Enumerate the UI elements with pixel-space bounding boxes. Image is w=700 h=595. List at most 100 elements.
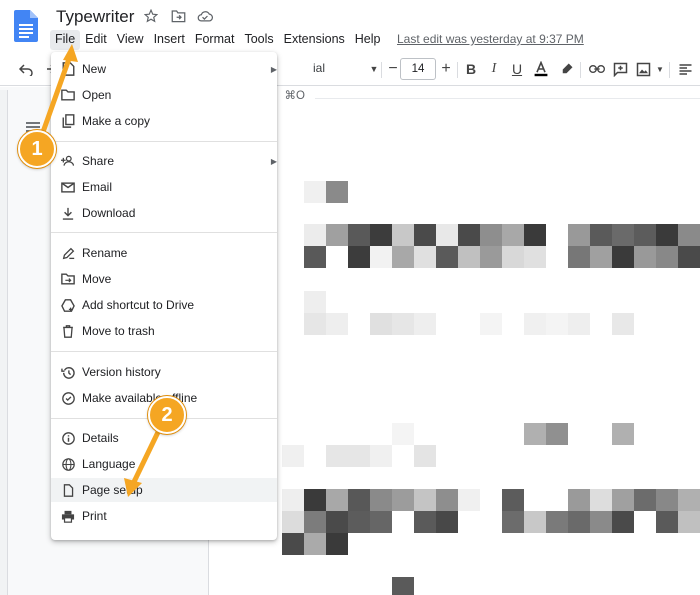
menu-item-move[interactable]: Move	[51, 267, 277, 291]
text-color-icon[interactable]	[532, 60, 550, 78]
insert-link-icon[interactable]	[588, 60, 606, 78]
blur-tile	[590, 489, 612, 511]
font-size-input[interactable]: 14	[400, 58, 436, 80]
blur-tile	[348, 489, 370, 511]
callout-badge-2: 2	[148, 396, 186, 434]
menu-insert[interactable]: Insert	[149, 30, 190, 50]
insert-image-icon[interactable]	[634, 60, 652, 78]
blur-tile	[590, 246, 612, 268]
blur-tile	[568, 313, 590, 335]
menu-file[interactable]: File	[50, 30, 81, 50]
blur-tile	[392, 423, 414, 445]
menu-item-print[interactable]: Print	[51, 504, 277, 528]
blur-tile	[436, 224, 458, 246]
blur-tile	[480, 224, 502, 246]
blur-tile	[326, 511, 348, 533]
blur-tile	[326, 533, 348, 555]
menu-tools[interactable]: Tools	[239, 30, 278, 50]
blur-tile	[326, 181, 348, 203]
history-icon	[61, 365, 75, 379]
blur-tile	[656, 511, 678, 533]
blur-tile	[656, 224, 678, 246]
blur-tile	[326, 224, 348, 246]
menu-extensions[interactable]: Extensions	[279, 30, 350, 50]
image-dropdown-icon[interactable]: ▼	[651, 60, 669, 78]
blur-tile	[458, 224, 480, 246]
last-edit-link[interactable]: Last edit was yesterday at 9:37 PM	[397, 32, 584, 46]
document-title[interactable]: Typewriter	[56, 7, 134, 27]
vertical-ruler	[0, 90, 8, 595]
blur-tile	[612, 313, 634, 335]
blur-tile	[524, 313, 546, 335]
email-icon	[61, 180, 75, 194]
blur-tile	[480, 313, 502, 335]
font-family-select[interactable]: ial	[313, 61, 325, 75]
open-shortcut: ⌘O	[284, 90, 305, 102]
blur-tile	[414, 511, 436, 533]
blur-tile	[326, 313, 348, 335]
blur-tile	[414, 445, 436, 467]
menu-format[interactable]: Format	[190, 30, 240, 50]
italic-icon[interactable]: I	[485, 60, 503, 78]
blur-tile	[568, 246, 590, 268]
blur-tile	[458, 489, 480, 511]
blur-tile	[678, 224, 700, 246]
new-document-icon	[61, 62, 75, 76]
undo-icon[interactable]	[17, 60, 35, 78]
add-comment-icon[interactable]	[611, 60, 629, 78]
blur-tile	[414, 246, 436, 268]
menu-item-language[interactable]: Language	[51, 452, 277, 476]
menu-item-download[interactable]: Download	[51, 201, 277, 225]
blur-tile	[458, 246, 480, 268]
blur-tile	[282, 489, 304, 511]
blur-tile	[502, 489, 524, 511]
blur-tile	[612, 246, 634, 268]
blur-tile	[480, 246, 502, 268]
menu-bar: File Edit View Insert Format Tools Exten…	[50, 30, 386, 50]
blur-tile	[634, 489, 656, 511]
submenu-arrow-icon: ▶	[270, 64, 277, 74]
drive-shortcut-icon	[61, 298, 75, 312]
menu-view[interactable]: View	[112, 30, 149, 50]
align-left-icon[interactable]	[676, 60, 694, 78]
menu-item-new[interactable]: New ▶	[51, 57, 277, 81]
move-folder-icon	[61, 272, 75, 286]
increase-font-size-icon[interactable]: +	[437, 60, 455, 78]
blur-tile	[502, 246, 524, 268]
blur-tile	[590, 511, 612, 533]
menu-item-page-setup[interactable]: Page setup	[51, 478, 277, 502]
blur-tile	[282, 445, 304, 467]
blur-tile	[502, 511, 524, 533]
app-header: Typewriter File Edit View Insert Format …	[0, 0, 700, 52]
blur-tile	[524, 224, 546, 246]
blur-tile	[436, 511, 458, 533]
menu-item-version-history[interactable]: Version history	[51, 360, 277, 384]
menu-item-rename[interactable]: Rename	[51, 241, 277, 265]
menu-item-add-shortcut[interactable]: Add shortcut to Drive	[51, 293, 277, 317]
blur-tile	[348, 445, 370, 467]
blur-tile	[678, 489, 700, 511]
highlight-icon[interactable]	[557, 60, 575, 78]
blur-tile	[348, 224, 370, 246]
blur-tile	[304, 224, 326, 246]
rename-icon	[61, 246, 75, 260]
title-icons	[142, 7, 214, 25]
menu-help[interactable]: Help	[350, 30, 386, 50]
bold-icon[interactable]: B	[462, 60, 480, 78]
blur-tile	[348, 246, 370, 268]
menu-edit[interactable]: Edit	[80, 30, 112, 50]
blur-tile	[612, 423, 634, 445]
google-docs-logo-icon[interactable]	[14, 10, 38, 42]
menu-item-move-to-trash[interactable]: Move to trash	[51, 319, 277, 343]
menu-item-open[interactable]: Open ⌘O	[51, 83, 305, 107]
trash-icon	[61, 324, 75, 338]
menu-item-make-copy[interactable]: Make a copy	[51, 109, 277, 133]
blur-tile	[414, 224, 436, 246]
menu-item-email[interactable]: Email	[51, 175, 277, 199]
star-icon[interactable]	[142, 7, 160, 25]
blur-tile	[524, 423, 546, 445]
underline-icon[interactable]: U	[508, 60, 526, 78]
menu-item-share[interactable]: Share ▶	[51, 149, 277, 173]
cloud-saved-icon[interactable]	[196, 7, 214, 25]
move-folder-icon[interactable]	[169, 7, 187, 25]
